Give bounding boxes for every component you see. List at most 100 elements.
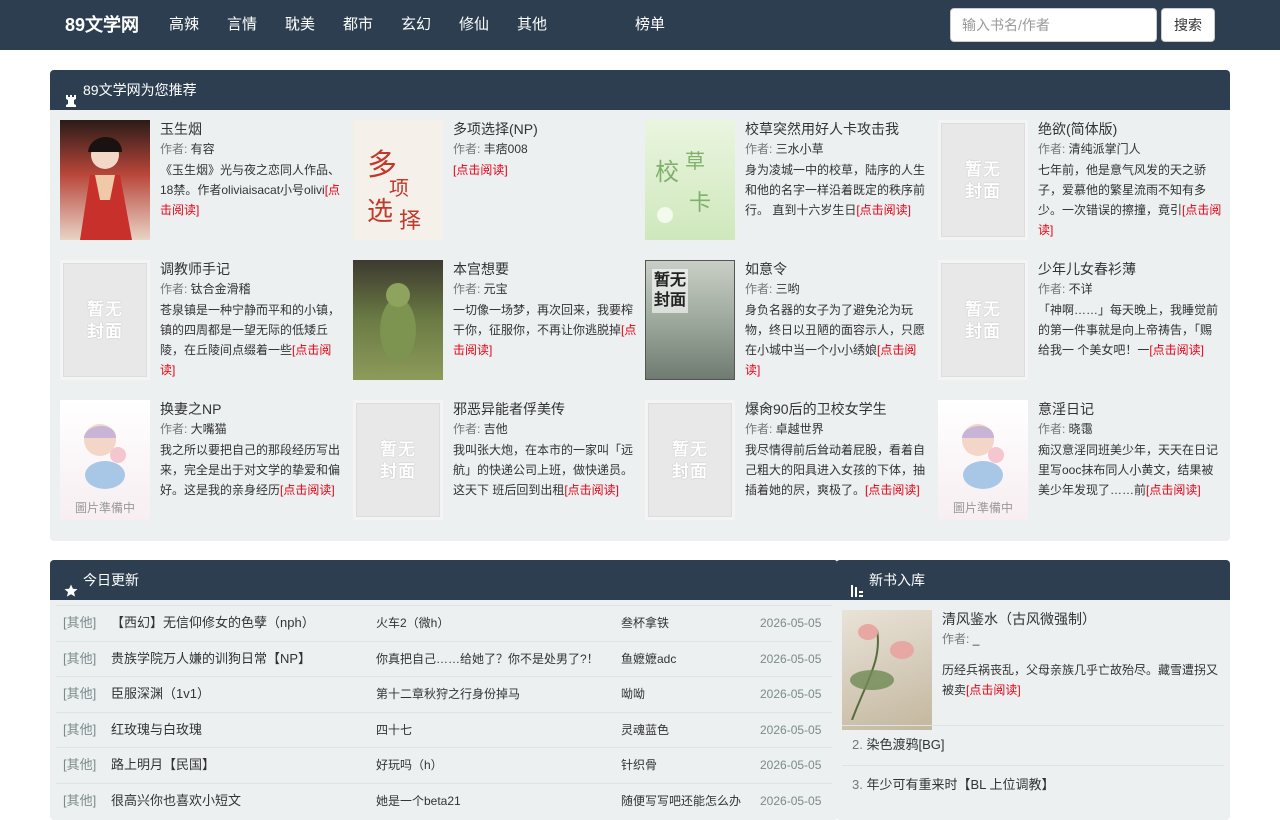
recommend-book[interactable]: 玉生烟 作者: 有容 《玉生烟》光与夜之恋同人作品、18禁。作者oliviaisac…: [60, 120, 352, 245]
row-book-title[interactable]: 很高兴你也喜欢小短文: [111, 784, 366, 818]
book-cover[interactable]: 暂无 封面: [938, 120, 1028, 240]
recommend-book[interactable]: 多项选择多项选择(NP) 作者: 丰痞008 [点击阅读]: [353, 120, 645, 245]
read-more-link[interactable]: [点击阅读]: [1146, 483, 1201, 497]
update-row[interactable]: [其他] 臣服深渊（1v1） 第十二章秋狩之行身份掉马 呦呦 2026-05-05: [56, 676, 832, 712]
book-title[interactable]: 清风鉴水（古风微强制）: [942, 610, 1222, 628]
row-chapter[interactable]: 四十七: [376, 713, 611, 747]
book-cover[interactable]: 暂无 封面: [938, 260, 1028, 380]
row-book-title[interactable]: 臣服深渊（1v1）: [111, 677, 366, 711]
book-cover[interactable]: 圖片準備中: [938, 400, 1028, 520]
book-cover[interactable]: 多项选择: [353, 120, 443, 240]
row-book-title[interactable]: 红玫瑰与白玫瑰: [111, 713, 366, 747]
read-more-link[interactable]: [点击阅读]: [1149, 343, 1204, 357]
book-cover[interactable]: 暂无 封面: [353, 400, 443, 520]
book-title[interactable]: 少年儿女春衫薄: [1038, 260, 1223, 278]
read-more-link[interactable]: [点击阅读]: [280, 483, 335, 497]
book-title[interactable]: 邪恶异能者俘美传: [453, 400, 638, 418]
book-cover[interactable]: [353, 260, 443, 380]
row-book-title[interactable]: 贵族学院万人嫌的训狗日常【NP】: [111, 642, 366, 676]
row-chapter[interactable]: 好玩吗（h）: [376, 748, 611, 782]
search-button[interactable]: 搜索: [1161, 8, 1215, 42]
row-category[interactable]: [其他]: [63, 784, 96, 818]
new-book-featured[interactable]: 清风鉴水（古风微强制） 作者: _ 历经兵祸丧乱，父母亲族几乎亡故殆尽。藏雪遭拐…: [842, 610, 1224, 730]
read-more-link[interactable]: [点击阅读]: [966, 683, 1021, 697]
row-chapter[interactable]: 第十二章秋狩之行身份掉马: [376, 677, 611, 711]
book-title[interactable]: 多项选择(NP): [453, 120, 638, 138]
recommend-book[interactable]: 校草卡校草突然用好人卡攻击我 作者: 三水小草 身为凌城一中的校草，陆序的人生和他的…: [645, 120, 937, 245]
nav-gaola[interactable]: 高辣: [169, 0, 199, 50]
book-info: 邪恶异能者俘美传 作者: 吉他 我叫张大炮，在本市的一家叫「远航」的快递公司上班，做…: [453, 400, 638, 500]
update-row[interactable]: [其他] 路上明月【民国】 好玩吗（h） 针织骨 2026-05-05: [56, 747, 832, 783]
nav-bangdan[interactable]: 榜单: [635, 0, 665, 50]
book-cover[interactable]: 校草卡: [645, 120, 735, 240]
author-label: 作者:: [942, 632, 970, 646]
row-category[interactable]: [其他]: [63, 748, 96, 782]
row-book-title[interactable]: 【西幻】无信仰修女的色孽（nph）: [111, 606, 366, 640]
row-date: 2026-05-05: [760, 651, 822, 666]
book-cover[interactable]: 暂无 封面: [645, 400, 735, 520]
new-book-row[interactable]: 3. 年少可有重来时【BL 上位调教】: [842, 765, 1224, 805]
row-book-title[interactable]: 路上明月【民国】: [111, 748, 366, 782]
new-books-header: 新书入库: [836, 560, 1230, 600]
recommend-book[interactable]: 暂无 封面 如意令 作者: 三哟 身负名器的女子为了避免沦为玩物，终日以丑陋的面容示人，…: [645, 260, 937, 385]
book-title[interactable]: 意淫日记: [1038, 400, 1223, 418]
nav-xiuxian[interactable]: 修仙: [459, 0, 489, 50]
row-category[interactable]: [其他]: [63, 713, 96, 747]
row-category[interactable]: [其他]: [63, 606, 96, 640]
site-logo[interactable]: 89文学网: [65, 0, 139, 50]
row-category[interactable]: [其他]: [63, 642, 96, 676]
book-title[interactable]: 换妻之NP: [160, 400, 345, 418]
row-chapter[interactable]: 你真把自己……给她了？你不是处男了?！: [376, 642, 611, 676]
new-book-row[interactable]: 2. 染色渡鸦[BG]: [842, 725, 1224, 765]
book-title[interactable]: 如意令: [745, 260, 930, 278]
book-title[interactable]: 绝欲(简体版): [1038, 120, 1223, 138]
row-chapter[interactable]: 火车2（微h）: [376, 606, 611, 640]
nav-danmei[interactable]: 耽美: [285, 0, 315, 50]
update-row[interactable]: [其他] 红玫瑰与白玫瑰 四十七 灵魂蓝色 2026-05-05: [56, 711, 832, 748]
recommend-book[interactable]: 暂无 封面 调教师手记 作者: 钛合金滑稽 苍泉镇是一种宁静而平和的小镇，镇的四周都是一…: [60, 260, 352, 385]
row-chapter[interactable]: 她是一个beta21: [376, 784, 611, 818]
book-author: 元宝: [483, 282, 508, 296]
nav-qita[interactable]: 其他: [517, 0, 547, 50]
nav-xuanhuan[interactable]: 玄幻: [401, 0, 431, 50]
read-more-link[interactable]: [点击阅读]: [564, 483, 619, 497]
book-cover[interactable]: 暂无 封面: [645, 260, 735, 380]
read-more-link[interactable]: [点击阅读]: [453, 163, 508, 177]
book-info: 换妻之NP 作者: 大嘴猫 我之所以要把自己的那段经历写出来，完全是出于对文学的挚爱…: [160, 400, 345, 500]
book-title[interactable]: 调教师手记: [160, 260, 345, 278]
book-title[interactable]: 年少可有重来时【BL 上位调教】: [866, 777, 1054, 792]
read-more-link[interactable]: [点击阅读]: [856, 203, 911, 217]
author-label: 作者:: [160, 142, 191, 156]
read-more-link[interactable]: [点击阅读]: [865, 483, 920, 497]
nav-dushi[interactable]: 都市: [343, 0, 373, 50]
book-cover[interactable]: [842, 610, 932, 730]
book-title[interactable]: 爆肏90后的卫校女学生: [745, 400, 930, 418]
recommend-book[interactable]: 圖片準備中 换妻之NP 作者: 大嘴猫 我之所以要把自己的那段经历写出来，完全是出于对…: [60, 400, 352, 525]
recommend-book[interactable]: 本宫想要 作者: 元宝 一切像一场梦，再次回来，我要榨干你，征服你，不再让你逃脱掉[…: [353, 260, 645, 385]
nav-yanqing[interactable]: 言情: [227, 0, 257, 50]
recommend-book[interactable]: 暂无 封面 少年儿女春衫薄 作者: 不详 「神啊……」每天晚上，我睡觉前的第一件事就是向…: [938, 260, 1230, 385]
update-row[interactable]: [其他] 很高兴你也喜欢小短文 她是一个beta21 随便写写吧还能怎么办 2026-0…: [56, 782, 832, 819]
book-info: 意淫日记 作者: 晓霭 痴汉意淫同班美少年，天天在日记里写ooc抹布同人小黄文，结果…: [1038, 400, 1223, 500]
update-row[interactable]: [其他] 【西幻】无信仰修女的色孽（nph） 火车2（微h） 叁杯拿铁 2026-05-…: [56, 605, 832, 641]
book-cover[interactable]: 暂无 封面: [60, 260, 150, 380]
recommend-book[interactable]: 圖片準備中 意淫日记 作者: 晓霭 痴汉意淫同班美少年，天天在日记里写ooc抹布同人小…: [938, 400, 1230, 525]
row-date: 2026-05-05: [760, 722, 822, 737]
book-info: 少年儿女春衫薄 作者: 不详 「神啊……」每天晚上，我睡觉前的第一件事就是向上帝祷告…: [1038, 260, 1223, 360]
row-category[interactable]: [其他]: [63, 677, 96, 711]
book-title[interactable]: 染色渡鸦[BG]: [866, 737, 944, 752]
recommend-book[interactable]: 暂无 封面 爆肏90后的卫校女学生 作者: 卓越世界 我尽情得前后耸动着屁股，看着自己粗…: [645, 400, 937, 525]
book-desc: 七年前，他是意气风发的天之骄子，爱慕他的繁星流雨不知有多少。一次错误的擦撞，竟引: [1038, 163, 1207, 217]
update-row[interactable]: [其他] 贵族学院万人嫌的训狗日常【NP】 你真把自己……给她了？你不是处男了?！ 鱼…: [56, 640, 832, 677]
book-cover[interactable]: [60, 120, 150, 240]
book-title[interactable]: 校草突然用好人卡攻击我: [745, 120, 930, 138]
book-title[interactable]: 本宫想要: [453, 260, 638, 278]
recommend-book[interactable]: 暂无 封面 绝欲(简体版) 作者: 清纯派掌门人 七年前，他是意气风发的天之骄子，爱慕他…: [938, 120, 1230, 245]
book-title[interactable]: 玉生烟: [160, 120, 345, 138]
book-author: 晓霭: [1068, 422, 1093, 436]
book-cover[interactable]: 圖片準備中: [60, 400, 150, 520]
author-label: 作者:: [745, 282, 776, 296]
book-author: 卓越世界: [775, 422, 824, 436]
recommend-book[interactable]: 暂无 封面 邪恶异能者俘美传 作者: 吉他 我叫张大炮，在本市的一家叫「远航」的快递公司…: [353, 400, 645, 525]
search-input[interactable]: [950, 8, 1157, 42]
